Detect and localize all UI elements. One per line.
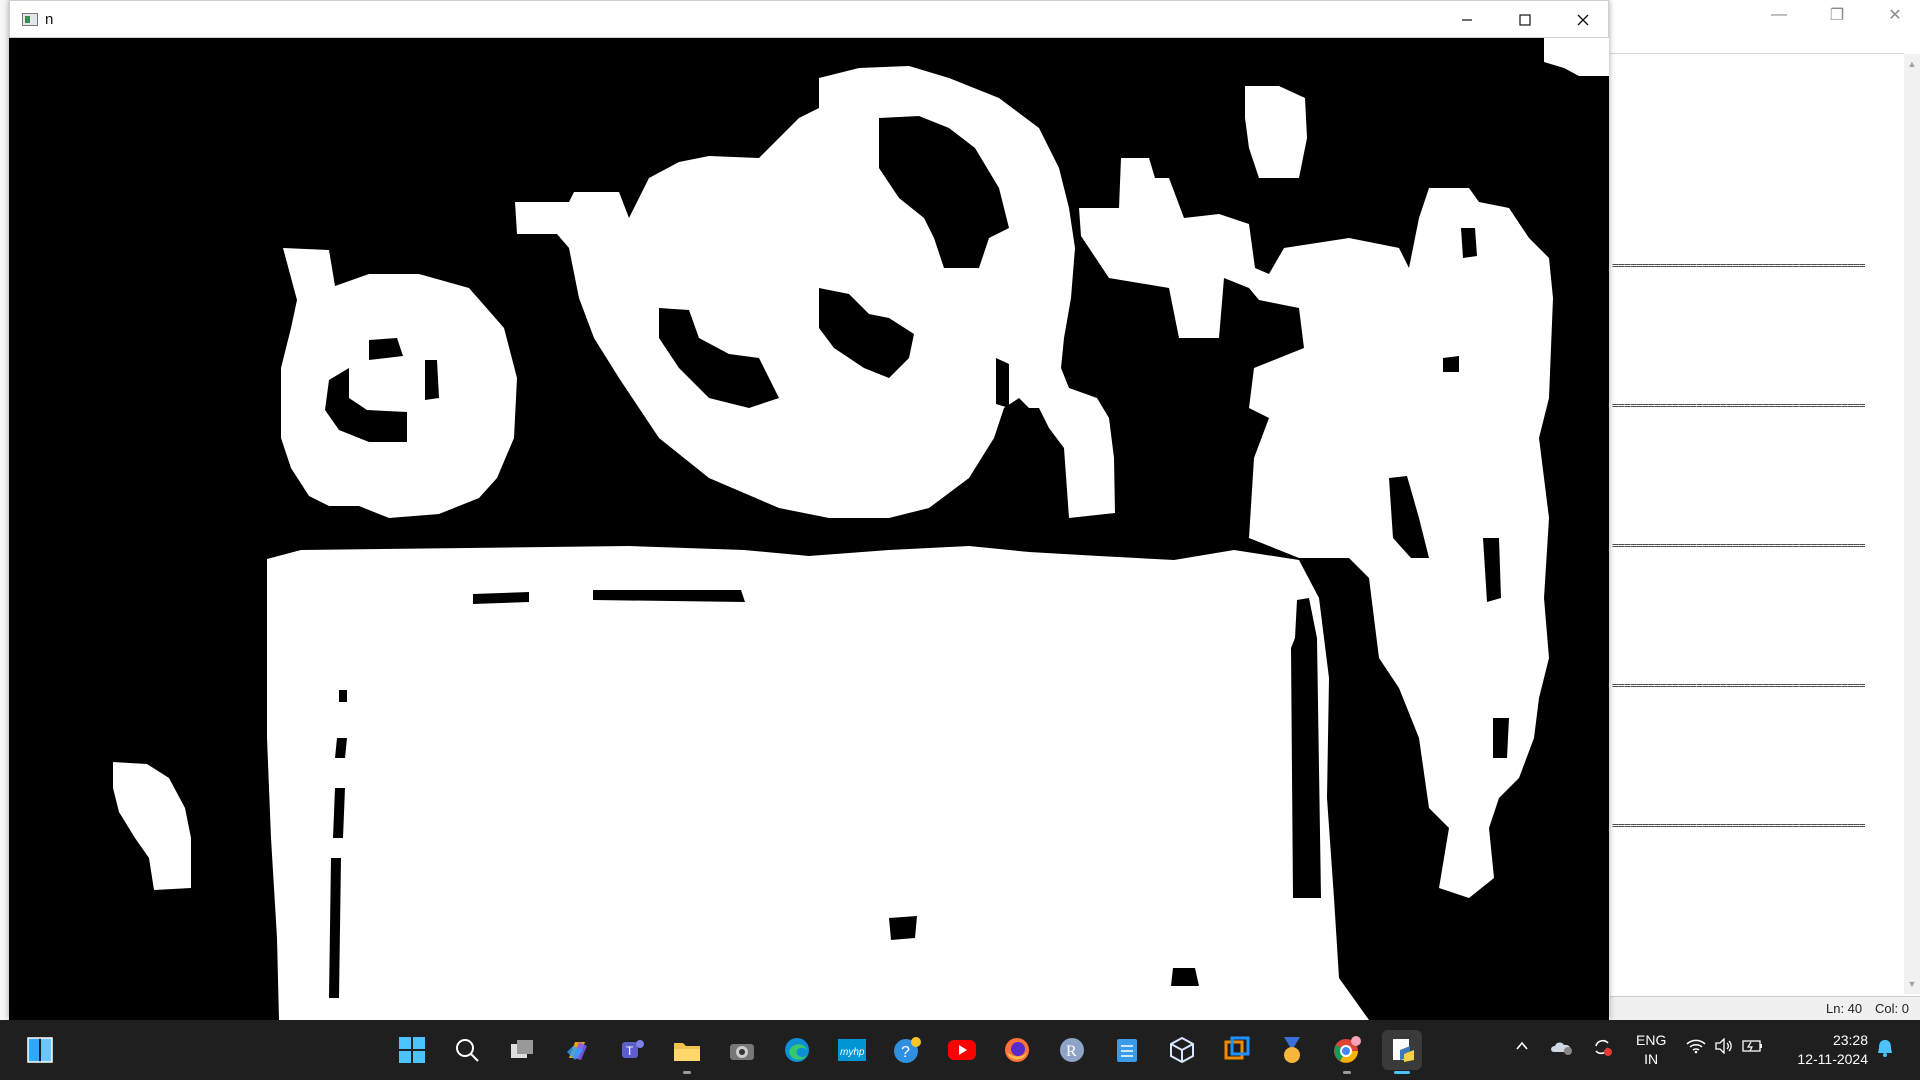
- app-icon: [22, 13, 38, 26]
- clock[interactable]: 23:28 12-11-2024: [1784, 1031, 1868, 1069]
- medal-icon[interactable]: [1272, 1030, 1312, 1070]
- window-titlebar[interactable]: n: [9, 0, 1609, 38]
- svg-text:R: R: [1066, 1043, 1077, 1060]
- firefox-icon[interactable]: [997, 1030, 1037, 1070]
- idle-icon[interactable]: [1382, 1030, 1422, 1074]
- copilot-icon[interactable]: [557, 1030, 597, 1070]
- taskbar: T myhp ? R ENG IN 23:28 12-11-2024: [0, 1020, 1920, 1080]
- running-indicator: [683, 1071, 691, 1074]
- minimize-icon[interactable]: —: [1756, 2, 1802, 28]
- window-title: n: [45, 11, 54, 28]
- restore-icon[interactable]: ❐: [1814, 2, 1860, 28]
- binary-threshold-image: [9, 38, 1609, 1020]
- active-indicator: [1394, 1071, 1410, 1074]
- folder-icon[interactable]: [667, 1030, 707, 1074]
- svg-text:myhp: myhp: [840, 1047, 865, 1058]
- status-bar: Ln: 40 Col: 0: [1610, 996, 1920, 1021]
- r-icon[interactable]: R: [1052, 1030, 1092, 1070]
- divider: [1610, 53, 1904, 54]
- output-separator-line: ========================================…: [1612, 399, 1866, 412]
- time: 23:28: [1832, 1032, 1868, 1048]
- volume-icon[interactable]: [1714, 1037, 1734, 1057]
- vertical-scrollbar[interactable]: ▲ ▼: [1904, 54, 1920, 994]
- onedrive-icon[interactable]: [1550, 1038, 1574, 1059]
- close-icon: [1577, 14, 1589, 26]
- minimize-icon: [1462, 19, 1472, 21]
- minimize-button[interactable]: [1438, 1, 1496, 39]
- sync-icon[interactable]: [1591, 1036, 1613, 1061]
- virtualbox-icon[interactable]: [1162, 1030, 1202, 1070]
- running-indicator: [1343, 1071, 1351, 1074]
- output-separator-line: ========================================…: [1612, 819, 1866, 832]
- teams-icon[interactable]: T: [612, 1030, 652, 1070]
- language-code: ENG: [1636, 1032, 1667, 1048]
- chrome-icon[interactable]: [1327, 1030, 1367, 1074]
- svg-text:T: T: [626, 1044, 634, 1058]
- output-separator-line: ========================================…: [1612, 539, 1866, 552]
- youtube-icon[interactable]: [942, 1030, 982, 1070]
- camera-icon[interactable]: [722, 1030, 762, 1070]
- output-separator-line: ========================================…: [1612, 679, 1866, 692]
- close-button[interactable]: [1554, 1, 1612, 39]
- myhp-icon[interactable]: myhp: [832, 1030, 872, 1070]
- maximize-icon: [1519, 14, 1531, 26]
- task-view-icon[interactable]: [502, 1030, 542, 1070]
- scroll-up-icon[interactable]: ▲: [1904, 56, 1920, 72]
- column-indicator: Col: 0: [1875, 1001, 1909, 1016]
- background-titlebar: — ❐ ✕: [1610, 0, 1920, 52]
- windows-start-icon[interactable]: [20, 1030, 60, 1070]
- date: 12-11-2024: [1797, 1051, 1868, 1067]
- windows-logo-icon[interactable]: [392, 1030, 432, 1070]
- help-icon[interactable]: ?: [887, 1030, 927, 1070]
- maximize-button[interactable]: [1496, 1, 1554, 39]
- region-code: IN: [1644, 1051, 1659, 1067]
- output-separator-line: ========================================…: [1612, 259, 1866, 272]
- line-indicator: Ln: 40: [1826, 1001, 1863, 1016]
- image-viewer-window[interactable]: n: [9, 0, 1609, 1020]
- scroll-down-icon[interactable]: ▼: [1904, 976, 1920, 992]
- notepad-icon[interactable]: [1107, 1030, 1147, 1070]
- battery-icon[interactable]: [1742, 1038, 1764, 1057]
- notification-bell-icon[interactable]: [1876, 1038, 1894, 1061]
- wifi-icon[interactable]: [1686, 1038, 1706, 1057]
- vmware-icon[interactable]: [1217, 1030, 1257, 1070]
- svg-text:?: ?: [901, 1044, 910, 1061]
- search-icon[interactable]: [447, 1030, 487, 1070]
- close-icon[interactable]: ✕: [1872, 2, 1918, 28]
- edge-icon[interactable]: [777, 1030, 817, 1070]
- show-hidden-icons-icon[interactable]: [1514, 1038, 1530, 1057]
- language-indicator[interactable]: ENG IN: [1636, 1031, 1666, 1069]
